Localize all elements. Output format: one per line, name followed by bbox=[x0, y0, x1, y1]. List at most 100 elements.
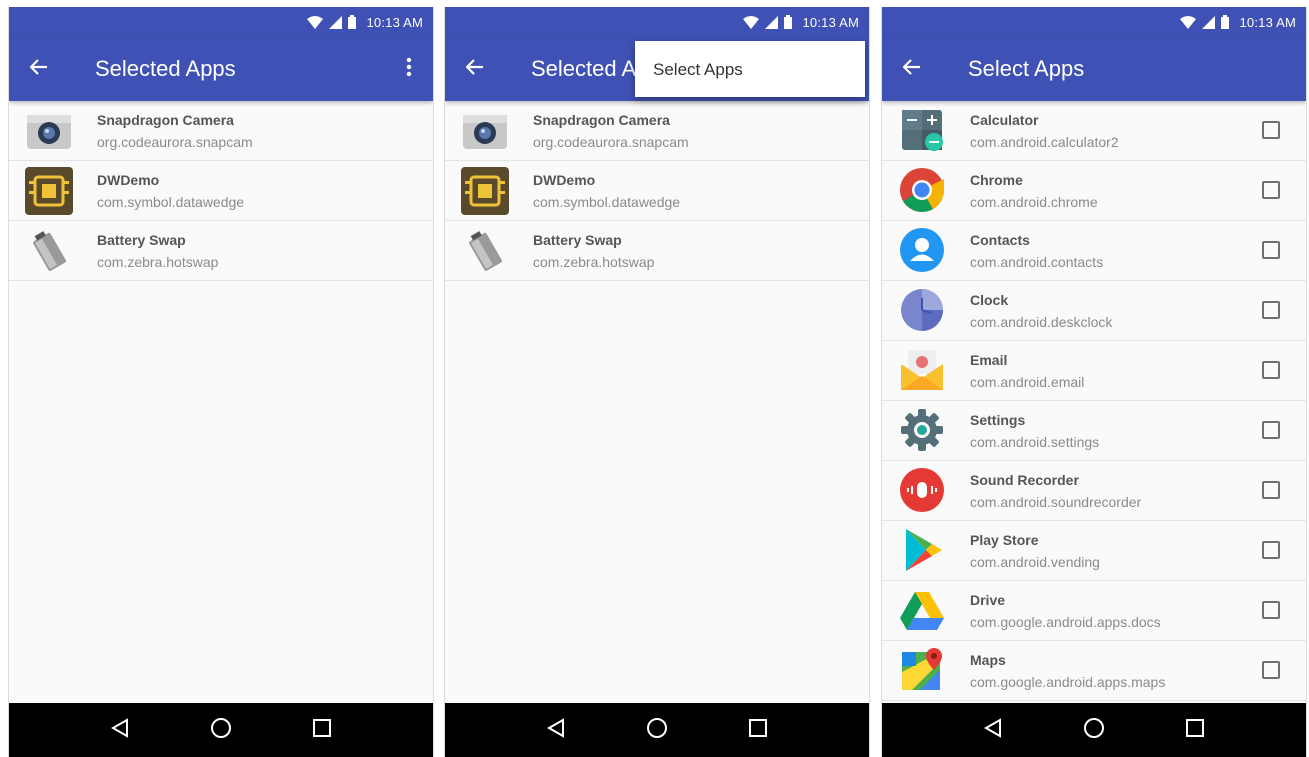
status-bar: 10:13 AM bbox=[882, 7, 1306, 37]
app-checkbox[interactable] bbox=[1262, 361, 1280, 379]
app-name: Email bbox=[970, 352, 1008, 368]
app-checkbox[interactable] bbox=[1262, 421, 1280, 439]
app-name: Snapdragon Camera bbox=[97, 112, 234, 128]
app-name: Clock bbox=[970, 292, 1009, 308]
app-checkbox[interactable] bbox=[1262, 661, 1280, 679]
list-item[interactable]: Calculator com.android.calculator2 bbox=[882, 101, 1306, 161]
app-name: Calculator bbox=[970, 112, 1039, 128]
battery-status-icon bbox=[784, 15, 793, 29]
arrow-back-icon bbox=[29, 58, 48, 80]
app-name: Settings bbox=[970, 412, 1026, 428]
back-button[interactable] bbox=[23, 53, 55, 85]
triangle-back-icon bbox=[983, 717, 1002, 743]
camera-icon bbox=[25, 107, 73, 155]
nav-back-button[interactable] bbox=[105, 715, 135, 745]
signal-icon bbox=[1202, 15, 1216, 29]
app-name: DWDemo bbox=[533, 172, 596, 188]
circle-home-icon bbox=[646, 717, 668, 744]
list-item[interactable]: DWDemo com.symbol.datawedge bbox=[9, 161, 433, 221]
sound-recorder-icon bbox=[898, 466, 946, 514]
app-package: com.android.chrome bbox=[970, 194, 1098, 210]
list-item[interactable]: Maps com.google.android.apps.maps bbox=[882, 641, 1306, 701]
app-checkbox[interactable] bbox=[1262, 121, 1280, 139]
list-item[interactable]: Battery Swap com.zebra.hotswap bbox=[9, 221, 433, 281]
arrow-back-icon bbox=[902, 58, 921, 80]
app-package: com.android.settings bbox=[970, 434, 1100, 450]
list-item[interactable]: Snapdragon Camera org.codeaurora.snapcam bbox=[9, 101, 433, 161]
wifi-icon bbox=[743, 15, 760, 29]
app-name: Drive bbox=[970, 592, 1006, 608]
nav-recents-button[interactable] bbox=[307, 715, 337, 745]
list-item[interactable]: Play Store com.android.vending bbox=[882, 521, 1306, 581]
selected-apps-list: Snapdragon Camera org.codeaurora.snapcam… bbox=[9, 101, 433, 281]
nav-back-button[interactable] bbox=[541, 715, 571, 745]
app-package: com.symbol.datawedge bbox=[533, 194, 681, 210]
app-checkbox[interactable] bbox=[1262, 481, 1280, 499]
status-bar: 10:13 AM bbox=[9, 7, 433, 37]
nav-home-button[interactable] bbox=[1079, 715, 1109, 745]
calculator-icon bbox=[898, 106, 946, 154]
list-item[interactable]: Chrome com.android.chrome bbox=[882, 161, 1306, 221]
selected-apps-list: Snapdragon Camera org.codeaurora.snapcam… bbox=[445, 101, 869, 281]
app-name: Snapdragon Camera bbox=[533, 112, 670, 128]
list-item[interactable]: Drive com.google.android.apps.docs bbox=[882, 581, 1306, 641]
clock-icon bbox=[898, 286, 946, 334]
contacts-icon bbox=[898, 226, 946, 274]
list-item[interactable]: Battery Swap com.zebra.hotswap bbox=[445, 221, 869, 281]
drive-icon bbox=[898, 586, 946, 634]
list-item[interactable]: Clock com.android.deskclock bbox=[882, 281, 1306, 341]
wifi-icon bbox=[307, 15, 324, 29]
app-checkbox[interactable] bbox=[1262, 301, 1280, 319]
app-name: Battery Swap bbox=[533, 232, 622, 248]
nav-recents-button[interactable] bbox=[743, 715, 773, 745]
dwdemo-icon bbox=[25, 167, 73, 215]
select-apps-list: Calculator com.android.calculator2 Chrom… bbox=[882, 101, 1306, 701]
navigation-bar bbox=[882, 703, 1306, 757]
screen-select-apps: 10:13 AM Select Apps Calculator com.andr… bbox=[881, 7, 1307, 757]
status-time: 10:13 AM bbox=[802, 14, 859, 30]
battery-status-icon bbox=[1221, 15, 1230, 29]
dwdemo-icon bbox=[461, 167, 509, 215]
triangle-back-icon bbox=[546, 717, 565, 743]
app-package: com.android.soundrecorder bbox=[970, 494, 1142, 510]
list-item[interactable]: Email com.android.email bbox=[882, 341, 1306, 401]
nav-home-button[interactable] bbox=[642, 715, 672, 745]
list-item[interactable]: DWDemo com.symbol.datawedge bbox=[445, 161, 869, 221]
nav-back-button[interactable] bbox=[978, 715, 1008, 745]
page-title: Select Apps bbox=[968, 56, 1085, 81]
battery-icon bbox=[25, 227, 73, 275]
signal-icon bbox=[329, 15, 343, 29]
app-package: com.symbol.datawedge bbox=[97, 194, 245, 210]
list-item[interactable]: Contacts com.android.contacts bbox=[882, 221, 1306, 281]
overflow-menu: Select Apps bbox=[635, 41, 865, 97]
square-recents-icon bbox=[1186, 718, 1205, 742]
status-time: 10:13 AM bbox=[1239, 14, 1296, 30]
back-button[interactable] bbox=[896, 53, 928, 85]
app-package: com.android.calculator2 bbox=[970, 134, 1119, 150]
app-name: Sound Recorder bbox=[970, 472, 1079, 488]
list-item[interactable]: Snapdragon Camera org.codeaurora.snapcam bbox=[445, 101, 869, 161]
overflow-menu-button[interactable] bbox=[399, 55, 419, 83]
arrow-back-icon bbox=[465, 58, 484, 80]
app-checkbox[interactable] bbox=[1262, 241, 1280, 259]
list-item[interactable]: Sound Recorder com.android.soundrecorder bbox=[882, 461, 1306, 521]
app-name: Chrome bbox=[970, 172, 1023, 188]
app-checkbox[interactable] bbox=[1262, 541, 1280, 559]
nav-recents-button[interactable] bbox=[1180, 715, 1210, 745]
nav-home-button[interactable] bbox=[206, 715, 236, 745]
app-package: com.zebra.hotswap bbox=[533, 254, 655, 270]
screen-selected-apps: 10:13 AM Selected Apps Snapdragon Camera… bbox=[8, 7, 434, 757]
back-button[interactable] bbox=[459, 53, 491, 85]
email-icon bbox=[898, 346, 946, 394]
app-bar: Selected Apps bbox=[9, 37, 433, 101]
list-item[interactable]: Settings com.android.settings bbox=[882, 401, 1306, 461]
chrome-icon bbox=[898, 166, 946, 214]
app-package: com.android.vending bbox=[970, 554, 1100, 570]
app-checkbox[interactable] bbox=[1262, 181, 1280, 199]
signal-icon bbox=[765, 15, 779, 29]
app-package: org.codeaurora.snapcam bbox=[97, 134, 253, 150]
menu-item-select-apps[interactable]: Select Apps bbox=[653, 60, 743, 80]
app-package: com.android.email bbox=[970, 374, 1085, 390]
app-checkbox[interactable] bbox=[1262, 601, 1280, 619]
wifi-icon bbox=[1180, 15, 1197, 29]
